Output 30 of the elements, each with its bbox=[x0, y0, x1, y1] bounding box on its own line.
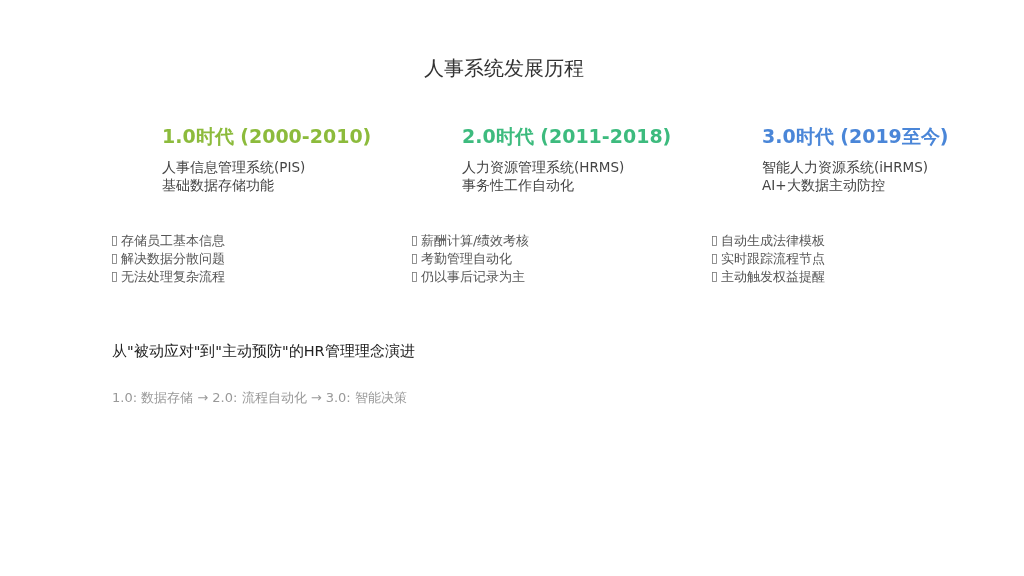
bullet-text: 自动生成法律模板 bbox=[721, 232, 825, 250]
bullet-text: 考勤管理自动化 bbox=[421, 250, 512, 268]
bullet-text: 薪酬计算/绩效考核 bbox=[421, 232, 530, 250]
bullet-icon bbox=[712, 272, 717, 282]
era-description: 智能人力资源系统(iHRMS) bbox=[762, 158, 930, 176]
bullet-icon bbox=[112, 254, 117, 264]
era-description: 事务性工作自动化 bbox=[462, 176, 575, 194]
summary-text: 从"被动应对"到"主动预防"的HR管理理念演进 bbox=[112, 342, 415, 361]
era-description: 人力资源管理系统(HRMS) bbox=[462, 158, 626, 176]
era-description: 基础数据存储功能 bbox=[162, 176, 275, 194]
bullet-icon bbox=[112, 272, 117, 282]
bullet-icon bbox=[712, 254, 717, 264]
bullet-icon bbox=[412, 254, 417, 264]
slide-title: 人事系统发展历程 bbox=[423, 55, 585, 82]
evolution-path: 1.0: 数据存储 → 2.0: 流程自动化 → 3.0: 智能决策 bbox=[112, 389, 407, 407]
era-heading: 1.0时代 (2000-2010) bbox=[162, 124, 373, 149]
bullet-text: 无法处理复杂流程 bbox=[121, 268, 225, 286]
era-heading: 2.0时代 (2011-2018) bbox=[462, 124, 673, 149]
bullet-text: 主动触发权益提醒 bbox=[721, 268, 825, 286]
bullet-text: 解决数据分散问题 bbox=[121, 250, 225, 268]
bullet-icon bbox=[412, 236, 417, 246]
bullet-text: 存储员工基本信息 bbox=[121, 232, 225, 250]
era-description: AI+大数据主动防控 bbox=[762, 176, 886, 194]
bullet-text: 实时跟踪流程节点 bbox=[721, 250, 825, 268]
bullet-text: 仍以事后记录为主 bbox=[421, 268, 525, 286]
bullet-icon bbox=[412, 272, 417, 282]
era-description: 人事信息管理系统(PIS) bbox=[162, 158, 307, 176]
bullet-icon bbox=[112, 236, 117, 246]
era-heading: 3.0时代 (2019至今) bbox=[762, 124, 950, 149]
bullet-icon bbox=[712, 236, 717, 246]
